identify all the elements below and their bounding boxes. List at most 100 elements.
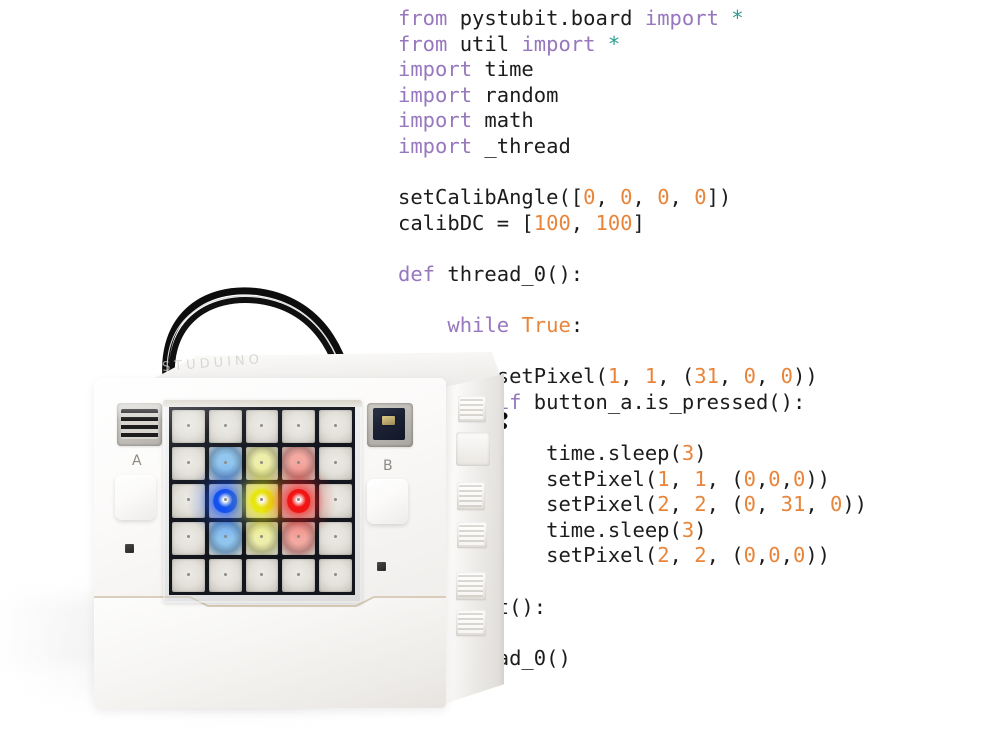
led-off (282, 558, 316, 592)
code-token: button_a.is_pressed(): (533, 389, 806, 414)
code-token: 3 (681, 517, 695, 542)
code-token: )) (792, 364, 818, 389)
button-b[interactable] (367, 479, 408, 524)
side-port (456, 432, 490, 466)
code-token: , ( (657, 364, 695, 389)
code-line: import math (398, 108, 998, 134)
code-token: , (755, 492, 781, 517)
code-token: 0 (743, 364, 756, 389)
code-token: , (755, 364, 781, 389)
code-line: import random (398, 83, 998, 109)
code-token: 0 (657, 185, 670, 210)
code-token: , (669, 543, 695, 568)
led-off (172, 410, 205, 444)
code-token: , (669, 466, 695, 491)
code-token: 1 (694, 466, 707, 491)
code-token: from (398, 6, 460, 30)
code-token: , (669, 185, 695, 210)
code-token: 2 (657, 543, 670, 568)
code-line: import _thread (398, 134, 998, 160)
microphone-grille (117, 403, 162, 446)
led-off (208, 410, 242, 444)
code-token: 0 (583, 185, 596, 210)
code-token: 0 (620, 185, 633, 210)
code-token: 1 (657, 466, 670, 491)
code-token: def (398, 261, 448, 286)
code-line: from util import * (398, 32, 998, 58)
button-a-label: A (132, 453, 143, 469)
led-off (319, 447, 352, 481)
device-lower-shell (94, 596, 446, 708)
code-token: import (398, 57, 485, 82)
side-port (457, 482, 485, 510)
code-token: 0 (768, 466, 781, 491)
code-line: def thread_0(): (398, 262, 998, 288)
led-off (172, 521, 205, 555)
code-token: : (570, 313, 584, 338)
light-sensor-b (377, 562, 386, 571)
side-port (457, 522, 487, 548)
led-matrix-bezel (163, 400, 362, 603)
code-token: , (805, 492, 830, 517)
code-token: 0 (792, 543, 806, 568)
led-bleed (245, 521, 279, 555)
code-token: 0 (743, 543, 756, 568)
code-token: import (398, 108, 485, 133)
code-token: , (755, 466, 769, 491)
led-off (172, 558, 205, 592)
code-line: import time (398, 57, 998, 83)
code-token: * (731, 6, 744, 30)
code-token: 100 (533, 210, 571, 235)
code-token: 1 (607, 364, 621, 389)
side-port (456, 610, 486, 636)
side-port (458, 396, 486, 422)
code-token: ) (694, 441, 707, 466)
button-a[interactable] (115, 475, 156, 520)
code-token: )) (805, 466, 830, 491)
led-off (282, 410, 316, 444)
code-token: 31 (780, 492, 806, 517)
led-bleed (208, 447, 242, 481)
code-token: , (669, 492, 695, 517)
code-token: True (521, 313, 571, 338)
device-right-face (444, 374, 504, 704)
code-token: , (718, 364, 744, 389)
code-token: , (780, 543, 793, 568)
light-sensor-a (125, 544, 134, 553)
code-token: 0 (792, 466, 806, 491)
code-token: )) (842, 492, 868, 517)
code-token: 1 (644, 364, 658, 389)
code-token: 0 (743, 492, 756, 517)
code-token: ) (694, 517, 707, 542)
led-off (319, 484, 352, 518)
code-token: util (459, 31, 522, 56)
side-port (456, 572, 486, 600)
led-matrix (169, 407, 355, 595)
code-token: , ( (706, 466, 744, 491)
code-token: time (484, 57, 534, 82)
code-token: )) (805, 543, 830, 568)
led-bleed (208, 521, 242, 555)
led-off (245, 410, 279, 444)
code-token: import (644, 6, 732, 30)
code-token: 0 (780, 364, 793, 389)
led-blue (185, 461, 265, 541)
code-line: from pystubit.board import * (398, 6, 998, 32)
code-token: pystubit.board (459, 6, 645, 30)
code-token: , (570, 210, 596, 235)
code-token: * (607, 31, 621, 56)
button-b-label: B (383, 458, 394, 474)
led-bleed (282, 447, 316, 481)
led-bleed (245, 447, 279, 481)
led-off (172, 484, 205, 518)
code-token: calibDC = [ (398, 210, 534, 235)
code-token: math (484, 108, 534, 133)
pystubit-board: STUDUINO A B (84, 287, 508, 715)
code-line: setCalibAngle([0, 0, 0, 0]) (398, 185, 998, 211)
code-token: 2 (694, 492, 707, 517)
code-token: import (398, 133, 485, 158)
code-token: , (632, 185, 658, 210)
code-token: thread_0(): (447, 261, 584, 286)
code-token: 31 (694, 364, 719, 389)
code-token: _thread (484, 133, 571, 158)
